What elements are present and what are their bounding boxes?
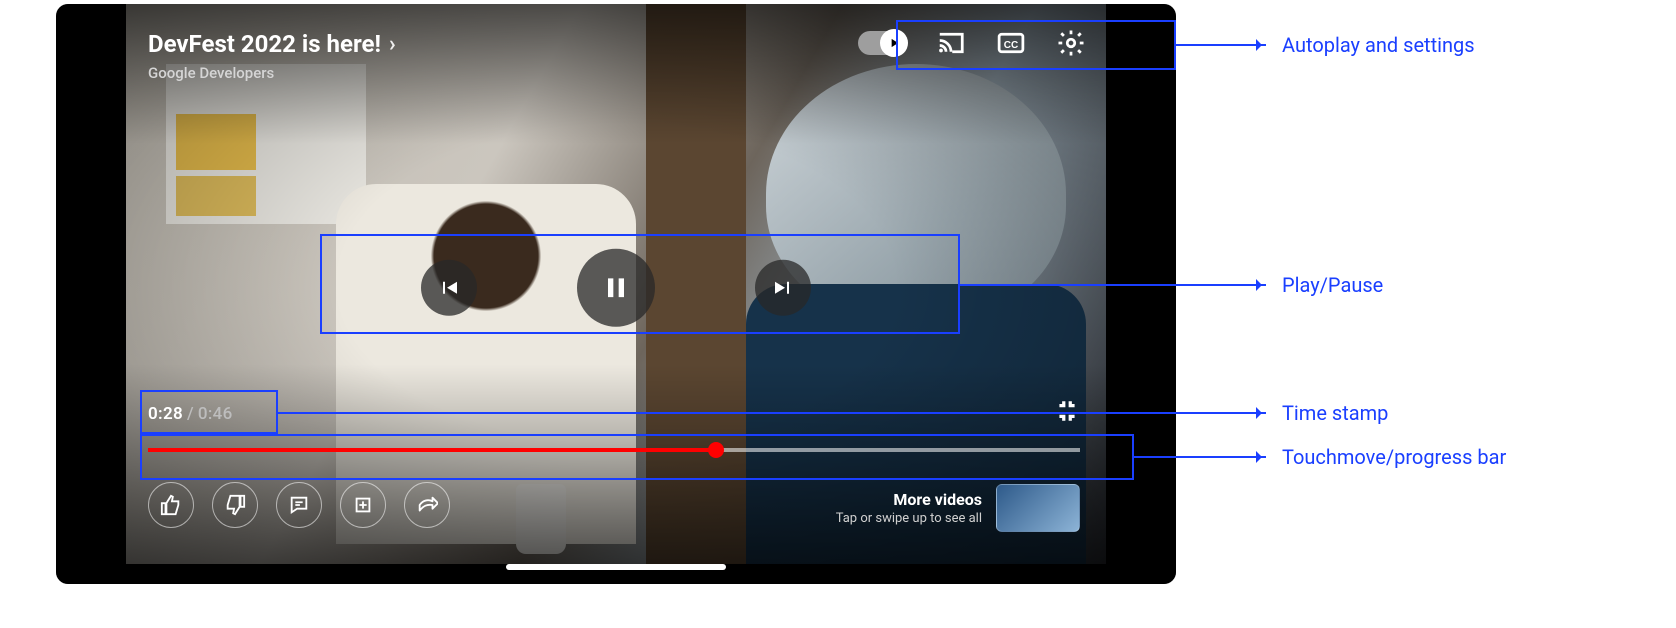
annotation-label-playpause: Play/Pause xyxy=(1282,273,1383,297)
annotation-arrow xyxy=(278,412,1266,414)
playback-controls xyxy=(421,249,811,327)
annotation-arrow xyxy=(1176,44,1266,46)
cast-icon[interactable] xyxy=(936,28,966,58)
time-separator: / xyxy=(187,404,194,424)
annotation-arrow xyxy=(1134,456,1266,458)
video-title-block[interactable]: DevFest 2022 is here! › Google Developer… xyxy=(148,30,396,82)
annotation-label-timestamp: Time stamp xyxy=(1282,401,1388,425)
autoplay-toggle[interactable] xyxy=(858,31,906,55)
duration: 0:46 xyxy=(198,404,233,424)
gear-icon[interactable] xyxy=(1056,28,1086,58)
overlay-gradient-bottom xyxy=(56,364,1176,584)
timestamp: 0:28 / 0:46 xyxy=(148,404,233,424)
annotation-label-settings: Autoplay and settings xyxy=(1282,33,1475,57)
comments-button[interactable] xyxy=(276,482,322,528)
current-time: 0:28 xyxy=(148,404,183,424)
progress-played xyxy=(148,448,716,452)
like-button[interactable] xyxy=(148,482,194,528)
progress-scrubber[interactable] xyxy=(708,442,724,458)
annotation-arrow xyxy=(960,284,1266,286)
previous-button[interactable] xyxy=(421,260,477,316)
top-controls: CC xyxy=(858,28,1086,58)
channel-name: Google Developers xyxy=(148,64,396,82)
annotation-label-progress: Touchmove/progress bar xyxy=(1282,445,1506,469)
action-row xyxy=(148,482,450,528)
more-videos-heading: More videos xyxy=(836,490,982,509)
progress-bar[interactable] xyxy=(148,448,1080,452)
chevron-right-icon: › xyxy=(389,32,396,57)
more-videos[interactable]: More videos Tap or swipe up to see all xyxy=(836,484,1080,532)
svg-text:CC: CC xyxy=(1004,40,1018,51)
share-button[interactable] xyxy=(404,482,450,528)
more-videos-subtext: Tap or swipe up to see all xyxy=(836,511,982,526)
video-player: DevFest 2022 is here! › Google Developer… xyxy=(56,4,1176,584)
dislike-button[interactable] xyxy=(212,482,258,528)
pause-button[interactable] xyxy=(577,249,655,327)
video-title: DevFest 2022 is here! xyxy=(148,30,381,58)
captions-icon[interactable]: CC xyxy=(996,28,1026,58)
more-videos-thumbnail xyxy=(996,484,1080,532)
save-button[interactable] xyxy=(340,482,386,528)
home-indicator[interactable] xyxy=(506,564,726,570)
next-button[interactable] xyxy=(755,260,811,316)
play-icon xyxy=(880,29,908,57)
